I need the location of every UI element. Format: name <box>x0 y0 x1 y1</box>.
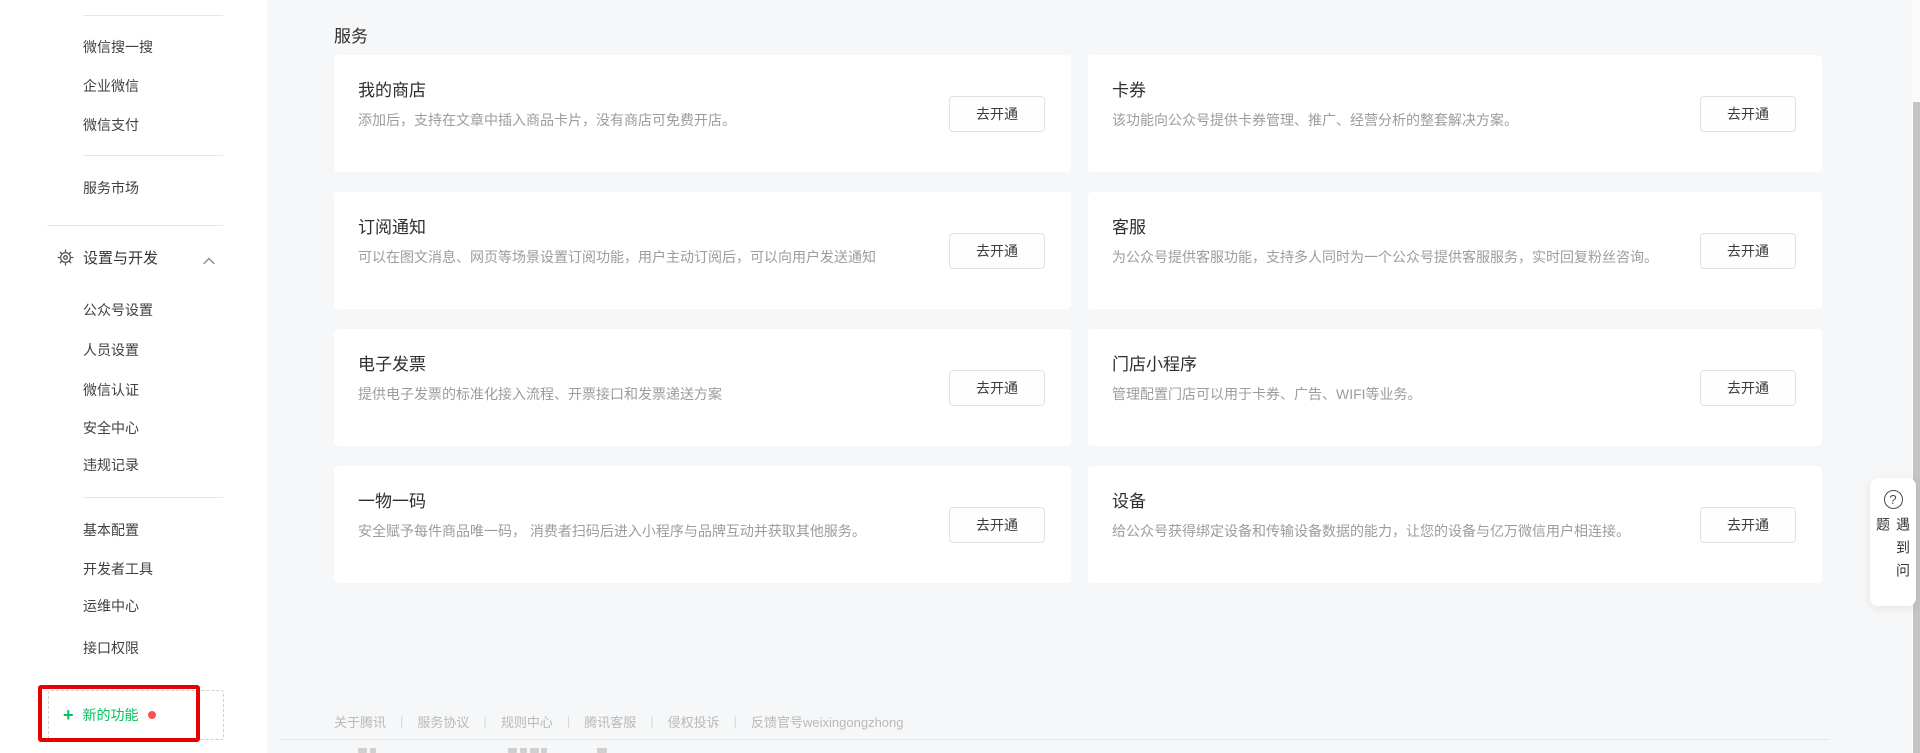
sidebar-item-wework[interactable]: 企业微信 <box>83 76 139 96</box>
activate-button[interactable]: 去开通 <box>1700 95 1796 132</box>
service-card-customer-service: 客服 为公众号提供客服功能，支持多人同时为一个公众号提供客服服务，实时回复粉丝咨… <box>1088 192 1822 309</box>
new-feature-button[interactable]: + 新的功能 <box>48 690 224 740</box>
divider <box>83 497 223 498</box>
divider <box>83 15 223 16</box>
card-description: 安全赋予每件商品唯一码， 消费者扫码后进入小程序与品牌互动并获取其他服务。 <box>358 523 866 539</box>
gear-icon <box>57 248 74 266</box>
footer-link-agreement[interactable]: 服务协议 <box>417 712 469 731</box>
activate-button[interactable]: 去开通 <box>1700 232 1796 269</box>
scrollbar-track[interactable] <box>1912 0 1920 753</box>
clipped-footer-text <box>597 748 607 753</box>
sidebar-item-staff-settings[interactable]: 人员设置 <box>83 340 139 360</box>
question-icon: ? <box>1883 490 1903 509</box>
footer-link-support[interactable]: 腾讯客服 <box>584 712 636 731</box>
card-title: 电子发票 <box>358 355 426 374</box>
activate-button[interactable]: 去开通 <box>949 232 1045 269</box>
activate-button[interactable]: 去开通 <box>949 95 1045 132</box>
footer-link-rules[interactable]: 规则中心 <box>501 712 553 731</box>
chevron-up-icon <box>203 252 215 270</box>
sidebar-item-developer-tools[interactable]: 开发者工具 <box>83 559 153 579</box>
footer-link-about[interactable]: 关于腾讯 <box>334 712 386 731</box>
sidebar-item-api-permission[interactable]: 接口权限 <box>83 638 139 658</box>
scrollbar-thumb[interactable] <box>1912 102 1920 753</box>
clipped-footer-text <box>520 748 527 753</box>
service-card-e-invoice: 电子发票 提供电子发票的标准化接入流程、开票接口和发票递送方案 去开通 <box>334 329 1071 446</box>
sidebar-item-security-center[interactable]: 安全中心 <box>83 418 139 438</box>
help-widget[interactable]: ? 遇到问题 <box>1870 478 1916 606</box>
sidebar-item-wechat-search[interactable]: 微信搜一搜 <box>83 37 153 57</box>
page-title: 服务 <box>334 27 368 46</box>
card-description: 添加后，支持在文章中插入商品卡片，没有商店可免费开店。 <box>358 112 736 128</box>
footer-separator: | <box>650 714 654 729</box>
sidebar: 微信搜一搜 企业微信 微信支付 服务市场 设置与开发 公众号设置 人员设置 微信… <box>0 0 267 753</box>
sidebar-section-settings-dev[interactable]: 设置与开发 <box>57 247 215 267</box>
footer-separator: | <box>733 714 738 729</box>
card-title: 门店小程序 <box>1112 355 1197 374</box>
activate-button[interactable]: 去开通 <box>1700 369 1796 406</box>
footer-link-complaint[interactable]: 侵权投诉 <box>668 712 720 731</box>
card-description: 提供电子发票的标准化接入流程、开票接口和发票递送方案 <box>358 386 722 402</box>
sidebar-item-ops-center[interactable]: 运维中心 <box>83 596 139 616</box>
footer-link-feedback[interactable]: 反馈官号weixingongzhong <box>751 712 903 731</box>
divider <box>83 155 223 156</box>
card-title: 我的商店 <box>358 81 426 100</box>
notification-dot <box>147 711 156 719</box>
sidebar-item-service-market[interactable]: 服务市场 <box>83 178 139 198</box>
footer-separator: | <box>483 714 487 729</box>
clipped-footer-text <box>370 748 376 753</box>
sidebar-section-label: 设置与开发 <box>83 249 159 267</box>
sidebar-item-basic-config[interactable]: 基本配置 <box>83 520 139 540</box>
divider <box>47 225 223 226</box>
card-description: 给公众号获得绑定设备和传输设备数据的能力，让您的设备与亿万微信用户相连接。 <box>1112 523 1630 539</box>
card-title: 一物一码 <box>358 492 426 511</box>
footer-separator: | <box>566 714 571 729</box>
card-description: 可以在图文消息、网页等场景设置订阅功能，用户主动订阅后，可以向用户发送通知 <box>358 249 876 265</box>
card-title: 订阅通知 <box>358 218 426 237</box>
footer-links: 关于腾讯 | 服务协议 | 规则中心 | 腾讯客服 | 侵权投诉 | 反馈官号w… <box>334 712 904 731</box>
service-cards-grid: 我的商店 添加后，支持在文章中插入商品卡片，没有商店可免费开店。 去开通 卡券 … <box>334 55 1822 583</box>
activate-button[interactable]: 去开通 <box>949 369 1045 406</box>
sidebar-item-violation-record[interactable]: 违规记录 <box>83 455 139 475</box>
service-card-store-miniprogram: 门店小程序 管理配置门店可以用于卡券、广告、WIFI等业务。 去开通 <box>1088 329 1822 446</box>
plus-icon: + <box>63 705 74 725</box>
card-title: 客服 <box>1112 218 1146 237</box>
service-card-subscribe-notice: 订阅通知 可以在图文消息、网页等场景设置订阅功能，用户主动订阅后，可以向用户发送… <box>334 192 1071 309</box>
service-card-one-code: 一物一码 安全赋予每件商品唯一码， 消费者扫码后进入小程序与品牌互动并获取其他服… <box>334 466 1071 583</box>
footer-separator: | <box>400 714 404 729</box>
activate-button[interactable]: 去开通 <box>1700 506 1796 543</box>
clipped-footer-text <box>530 748 539 753</box>
clipped-footer-text <box>358 748 367 753</box>
divider <box>280 739 1830 740</box>
service-card-my-shop: 我的商店 添加后，支持在文章中插入商品卡片，没有商店可免费开店。 去开通 <box>334 55 1071 172</box>
new-feature-label: 新的功能 <box>82 707 139 723</box>
clipped-footer-text <box>541 748 547 753</box>
sidebar-item-account-settings[interactable]: 公众号设置 <box>83 300 153 320</box>
activate-button[interactable]: 去开通 <box>949 506 1045 543</box>
card-description: 管理配置门店可以用于卡券、广告、WIFI等业务。 <box>1112 386 1422 402</box>
sidebar-item-verification[interactable]: 微信认证 <box>83 380 139 400</box>
help-widget-label: 遇到问题 <box>1875 517 1911 586</box>
card-description: 该功能向公众号提供卡券管理、推广、经营分析的整套解决方案。 <box>1112 112 1518 128</box>
service-card-devices: 设备 给公众号获得绑定设备和传输设备数据的能力，让您的设备与亿万微信用户相连接。… <box>1088 466 1822 583</box>
clipped-footer-text <box>508 748 517 753</box>
service-card-coupons: 卡券 该功能向公众号提供卡券管理、推广、经营分析的整套解决方案。 去开通 <box>1088 55 1822 172</box>
card-description: 为公众号提供客服功能，支持多人同时为一个公众号提供客服服务，实时回复粉丝咨询。 <box>1112 249 1658 265</box>
sidebar-item-wechat-pay[interactable]: 微信支付 <box>83 115 139 135</box>
card-title: 卡券 <box>1112 81 1146 100</box>
card-title: 设备 <box>1112 492 1146 511</box>
